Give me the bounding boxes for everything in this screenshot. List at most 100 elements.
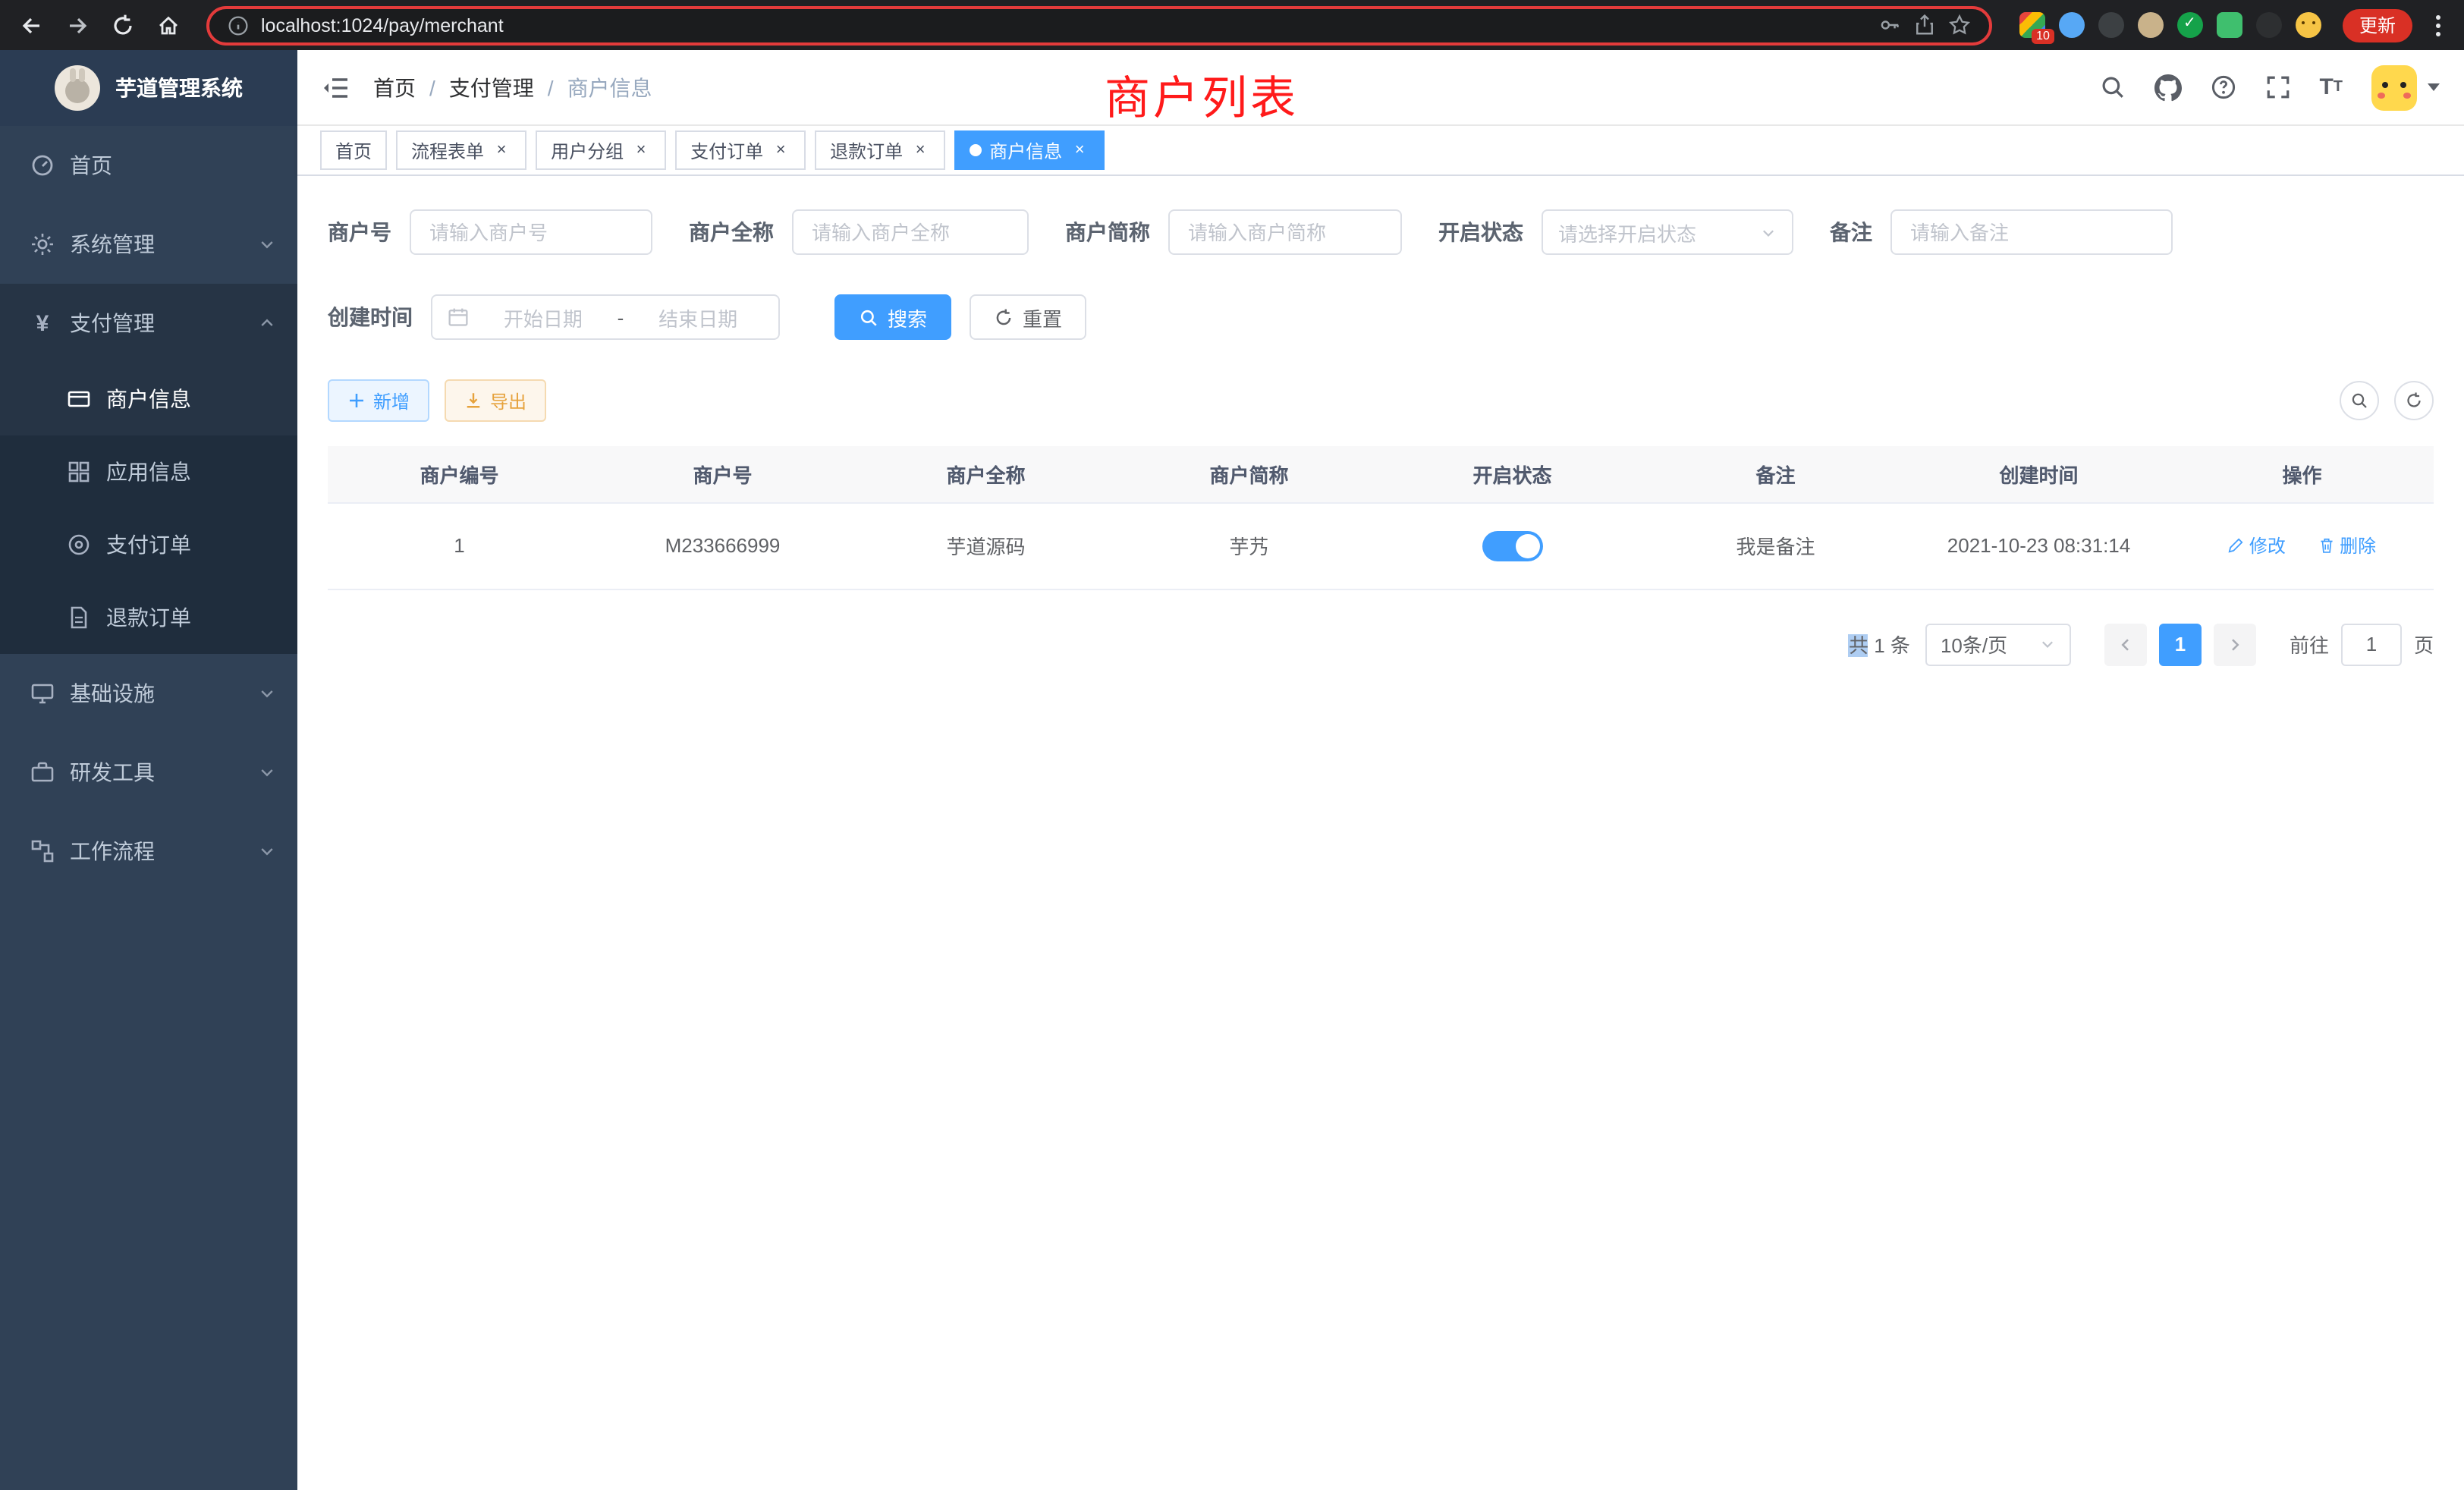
cell-merchant-shortname: 芋艿	[1117, 502, 1381, 589]
add-button[interactable]: 新增	[328, 379, 429, 422]
password-key-icon[interactable]	[1878, 14, 1901, 36]
user-menu[interactable]	[2371, 64, 2440, 110]
field-label: 商户全称	[689, 217, 774, 247]
bookmark-star-icon[interactable]	[1948, 14, 1971, 36]
sidebar-item-workflow[interactable]: 工作流程	[0, 812, 297, 891]
breadcrumb-home[interactable]: 首页	[373, 72, 416, 102]
goto-page-input[interactable]	[2341, 623, 2402, 665]
browser-home-icon[interactable]	[149, 5, 188, 45]
extension-icon-dark[interactable]	[2098, 12, 2124, 38]
app-logo[interactable]: 芋道管理系统	[0, 50, 297, 126]
search-icon[interactable]	[2099, 74, 2125, 100]
sidebar-item-app-info[interactable]: 应用信息	[0, 435, 297, 508]
sidebar: 芋道管理系统 首页 系统管理 ¥ 支付管理 商户信息	[0, 50, 297, 1490]
extension-icon-avatar[interactable]	[2138, 12, 2164, 38]
edit-label: 修改	[2249, 533, 2286, 558]
sidebar-item-refund-order[interactable]: 退款订单	[0, 581, 297, 654]
plus-icon	[347, 391, 366, 410]
sidebar-item-pay-order[interactable]: 支付订单	[0, 508, 297, 581]
browser-menu-icon[interactable]	[2425, 8, 2452, 42]
extension-icon-knot[interactable]	[2256, 12, 2282, 38]
date-range-picker[interactable]: 开始日期 - 结束日期	[431, 294, 780, 340]
page-number-button[interactable]: 1	[2159, 623, 2202, 665]
pagination-total-prefix: 共	[1849, 634, 1868, 657]
sidebar-item-merchant-info[interactable]: 商户信息	[0, 363, 297, 435]
sidebar-toggle-icon[interactable]	[322, 75, 349, 99]
sidebar-item-infra[interactable]: 基础设施	[0, 654, 297, 733]
extensions-menu-icon[interactable]: 10	[2019, 12, 2045, 38]
merchant-shortname-input[interactable]	[1168, 209, 1402, 255]
top-navbar: 首页 / 支付管理 / 商户信息 商户列表	[297, 50, 2464, 126]
close-icon[interactable]: ×	[771, 140, 790, 160]
merchant-no-input[interactable]	[410, 209, 652, 255]
browser-profile-avatar[interactable]	[2296, 12, 2321, 38]
page-size-select[interactable]: 10条/页	[1925, 623, 2071, 665]
status-select[interactable]: 请选择开启状态	[1542, 209, 1793, 255]
page-content: 商户号 商户全称 商户简称 开启状态 请选择开启状态	[297, 176, 2464, 1490]
close-icon[interactable]: ×	[1070, 140, 1089, 160]
sidebar-item-payment[interactable]: ¥ 支付管理	[0, 284, 297, 363]
extension-icon-blue[interactable]	[2059, 12, 2085, 38]
field-label: 备注	[1830, 217, 1872, 247]
export-button[interactable]: 导出	[445, 379, 546, 422]
tab-merchant-info[interactable]: 商户信息 ×	[954, 130, 1105, 170]
annotation-page-title: 商户列表	[1105, 61, 1299, 127]
pagination-total-suffix: 条	[1890, 634, 1910, 657]
sidebar-item-home[interactable]: 首页	[0, 126, 297, 205]
grid-icon	[67, 460, 91, 484]
browser-reload-icon[interactable]	[103, 5, 143, 45]
toolbar-right	[2340, 381, 2434, 420]
tab-label: 流程表单	[411, 137, 484, 163]
sidebar-item-label: 工作流程	[70, 836, 155, 866]
prev-page-button[interactable]	[2104, 623, 2147, 665]
reset-button[interactable]: 重置	[970, 294, 1086, 340]
sidebar-item-dev-tools[interactable]: 研发工具	[0, 733, 297, 812]
toggle-knob	[1516, 533, 1540, 558]
tab-home[interactable]: 首页	[320, 130, 387, 170]
extension-icon-check[interactable]	[2177, 12, 2203, 38]
merchant-table: 商户编号 商户号 商户全称 商户简称 开启状态 备注 创建时间 操作 1	[328, 446, 2434, 589]
remark-input[interactable]	[1890, 209, 2173, 255]
share-icon[interactable]	[1913, 14, 1936, 36]
breadcrumb-section[interactable]: 支付管理	[449, 72, 534, 102]
extension-icon-doc[interactable]	[2217, 12, 2242, 38]
merchant-fullname-input[interactable]	[792, 209, 1029, 255]
col-actions: 操作	[2170, 446, 2434, 502]
delete-link[interactable]: 删除	[2318, 533, 2376, 558]
site-info-icon[interactable]	[228, 14, 249, 36]
address-bar[interactable]: localhost:1024/pay/merchant	[206, 5, 1992, 45]
browser-update-label: 更新	[2359, 12, 2396, 38]
help-icon[interactable]	[2210, 74, 2236, 100]
sidebar-item-label: 系统管理	[70, 229, 155, 259]
close-icon[interactable]: ×	[910, 140, 930, 160]
tab-pay-order[interactable]: 支付订单 ×	[675, 130, 806, 170]
github-icon[interactable]	[2154, 74, 2181, 101]
browser-forward-icon[interactable]	[58, 5, 97, 45]
status-toggle[interactable]	[1482, 530, 1543, 561]
close-icon[interactable]: ×	[492, 140, 511, 160]
cell-status	[1381, 502, 1644, 589]
refresh-table-icon[interactable]	[2394, 381, 2434, 420]
pagination: 共 1 条 10条/页 1 前往 页	[328, 623, 2434, 665]
tab-label: 退款订单	[830, 137, 903, 163]
chevron-down-icon	[258, 842, 276, 860]
browser-back-icon[interactable]	[12, 5, 52, 45]
tab-user-group[interactable]: 用户分组 ×	[536, 130, 666, 170]
font-size-icon[interactable]: TT	[2319, 76, 2343, 99]
monitor-icon	[30, 681, 55, 706]
tab-process-form[interactable]: 流程表单 ×	[396, 130, 526, 170]
browser-update-button[interactable]: 更新	[2343, 8, 2412, 42]
tab-refund-order[interactable]: 退款订单 ×	[815, 130, 945, 170]
sidebar-item-label: 支付管理	[70, 308, 155, 338]
sidebar-item-system[interactable]: 系统管理	[0, 205, 297, 284]
chevron-down-icon	[1760, 224, 1777, 240]
cell-merchant-id: 1	[328, 502, 591, 589]
url-text[interactable]: localhost:1024/pay/merchant	[261, 14, 504, 36]
edit-link[interactable]: 修改	[2228, 533, 2286, 558]
search-button[interactable]: 搜索	[834, 294, 951, 340]
field-label: 创建时间	[328, 302, 413, 332]
toggle-search-icon[interactable]	[2340, 381, 2379, 420]
next-page-button[interactable]	[2214, 623, 2256, 665]
fullscreen-icon[interactable]	[2264, 74, 2290, 100]
close-icon[interactable]: ×	[631, 140, 651, 160]
